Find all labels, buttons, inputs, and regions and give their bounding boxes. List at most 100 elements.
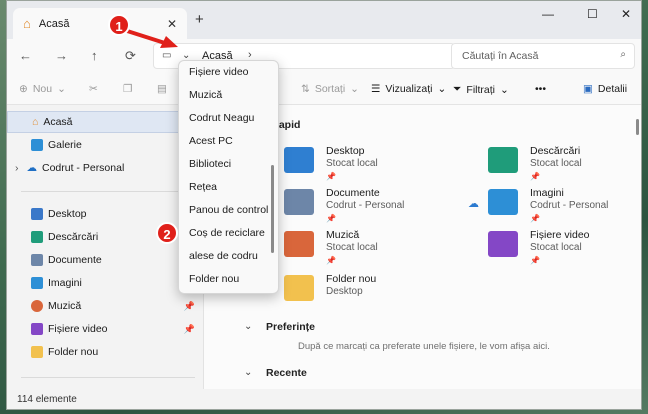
chevron-down-icon: ⌄ <box>437 83 447 95</box>
chevron-down-icon[interactable]: ⌄ <box>244 367 252 378</box>
address-dropdown-menu: Fișiere video Muzică Codrut Neagu Acest … <box>178 60 279 294</box>
new-button[interactable]: ⊕ Nou ⌄ <box>19 83 66 95</box>
new-icon: ⊕ <box>19 83 28 95</box>
forward-button[interactable]: → <box>55 48 68 63</box>
tile-name: Muzică <box>326 229 360 241</box>
folder-icon <box>284 275 314 301</box>
favorites-title[interactable]: Preferințe <box>266 321 315 333</box>
menu-item-libraries[interactable]: Biblioteci <box>189 158 231 170</box>
sidebar-item-gallery[interactable]: Galerie <box>7 134 203 156</box>
sidebar-item-pictures[interactable]: Imagini <box>7 272 203 294</box>
tile-videos[interactable]: Fișiere video Stocat local 📌 <box>488 229 641 269</box>
annotation-badge-2: 2 <box>156 222 178 244</box>
sidebar-label: Galerie <box>48 139 82 151</box>
title-bar: ⌂ Acasă ✕ + — ☐ ✕ <box>7 1 641 39</box>
sidebar-item-home[interactable]: ⌂ Acasă <box>7 111 203 133</box>
filter-icon: ⏷ <box>453 83 462 95</box>
paste-icon[interactable]: ▤ <box>157 83 167 95</box>
menu-item-music[interactable]: Muzică <box>189 89 222 101</box>
details-icon: ▣ <box>583 83 593 95</box>
more-options-button[interactable]: ••• <box>535 83 546 95</box>
chevron-right-icon[interactable]: › <box>15 162 19 174</box>
home-icon: ⌂ <box>32 116 39 128</box>
desktop-folder-icon <box>284 147 314 173</box>
annotation-badge-1: 1 <box>108 14 130 36</box>
close-window-button[interactable]: ✕ <box>621 7 631 21</box>
pin-icon: 📌 <box>326 214 336 223</box>
maximize-button[interactable]: ☐ <box>587 7 598 21</box>
sidebar-item-music[interactable]: Muzică 📌 <box>7 295 203 317</box>
menu-item-new-folder[interactable]: Folder nou <box>189 273 239 285</box>
tile-name: Descărcări <box>530 145 581 157</box>
downloads-folder-icon <box>488 147 518 173</box>
filter-button[interactable]: ⏷ Filtrați ⌄ <box>453 83 509 96</box>
details-button[interactable]: ▣ Detalii <box>583 83 627 95</box>
sidebar-item-new-folder[interactable]: Folder nou <box>7 341 203 363</box>
sidebar-divider <box>21 191 195 192</box>
sidebar-item-documents[interactable]: Documente <box>7 249 203 271</box>
cut-icon[interactable]: ✂ <box>89 83 98 95</box>
tile-sub: Stocat local <box>326 242 378 253</box>
status-bar: 114 elemente <box>7 389 641 409</box>
up-button[interactable]: ↑ <box>91 48 98 63</box>
pin-icon: 📌 <box>530 172 540 181</box>
menu-item-user[interactable]: Codrut Neagu <box>189 112 254 124</box>
sort-label: Sortați <box>314 83 346 95</box>
tab-acasa[interactable]: ⌂ Acasă ✕ <box>13 8 187 39</box>
tile-name: Folder nou <box>326 273 377 285</box>
vertical-scrollbar[interactable] <box>636 119 639 135</box>
tile-music[interactable]: Muzică Stocat local 📌 <box>284 229 464 269</box>
sidebar-label: Descărcări <box>48 231 99 243</box>
computer-icon: ▭ <box>162 50 172 61</box>
pin-icon[interactable]: 📌 <box>184 301 195 312</box>
menu-item-control-panel[interactable]: Panou de control <box>189 204 268 216</box>
new-tab-button[interactable]: + <box>195 11 204 28</box>
command-bar: ⊕ Nou ⌄ ✂ ❐ ▤ ⇅ Sortați ⌄ ☰ Vizualizați … <box>7 75 641 105</box>
sidebar-item-desktop[interactable]: Desktop <box>7 203 203 225</box>
tile-new-folder[interactable]: Folder nou Desktop <box>284 273 464 313</box>
tile-sub: Codrut - Personal <box>530 200 609 211</box>
tile-downloads[interactable]: Descărcări Stocat local 📌 <box>488 145 641 185</box>
menu-item-this-pc[interactable]: Acest PC <box>189 135 233 147</box>
menu-item-network[interactable]: Rețea <box>189 181 217 193</box>
video-icon <box>31 323 43 335</box>
sidebar-item-onedrive[interactable]: › ☁ Codrut - Personal <box>7 157 203 179</box>
menu-item-recycle-bin[interactable]: Coș de reciclare <box>189 227 265 239</box>
sidebar-label: Imagini <box>48 277 82 289</box>
sidebar-item-videos[interactable]: Fișiere video 📌 <box>7 318 203 340</box>
menu-item-videos[interactable]: Fișiere video <box>189 66 249 78</box>
item-count: 114 elemente <box>17 394 77 405</box>
view-label: Vizualizați <box>385 83 433 95</box>
music-folder-icon <box>284 231 314 257</box>
address-row: ← → ↑ ⟳ ▭ ⌄ Acasă › Căutați în Acasă ⌕ <box>7 39 641 75</box>
tile-pictures[interactable]: Imagini Codrut - Personal 📌 <box>488 187 641 227</box>
search-placeholder: Căutați în Acasă <box>462 50 539 62</box>
back-button[interactable]: ← <box>19 48 32 63</box>
pin-icon[interactable]: 📌 <box>184 324 195 335</box>
chevron-down-icon[interactable]: ⌄ <box>244 321 252 332</box>
search-input[interactable]: Căutați în Acasă ⌕ <box>451 43 635 69</box>
tile-sub: Stocat local <box>326 158 378 169</box>
tab-close-icon[interactable]: ✕ <box>167 17 177 31</box>
copy-icon[interactable]: ❐ <box>123 83 132 95</box>
recent-title[interactable]: Recente <box>266 367 307 379</box>
tile-name: Desktop <box>326 145 365 157</box>
search-icon: ⌕ <box>620 49 626 60</box>
tile-desktop[interactable]: Desktop Stocat local 📌 <box>284 145 464 185</box>
minimize-button[interactable]: — <box>542 7 554 21</box>
sort-button[interactable]: ⇅ Sortați ⌄ <box>301 83 359 95</box>
tile-name: Documente <box>326 187 380 199</box>
view-button[interactable]: ☰ Vizualizați ⌄ <box>371 83 446 95</box>
refresh-button[interactable]: ⟳ <box>125 48 136 64</box>
sidebar-label: Codrut - Personal <box>42 162 125 174</box>
pictures-folder-icon <box>488 189 518 215</box>
music-icon <box>31 300 43 312</box>
desktop-icon <box>31 208 43 220</box>
gallery-icon <box>31 139 43 151</box>
chevron-down-icon: ⌄ <box>500 83 509 96</box>
menu-item-codru-folder[interactable]: alese de codru <box>189 250 258 262</box>
sidebar-label: Desktop <box>48 208 87 220</box>
tile-documents[interactable]: Documente Codrut - Personal 📌 <box>284 187 464 227</box>
menu-scrollbar[interactable] <box>271 165 274 253</box>
sidebar-label: Acasă <box>43 116 73 128</box>
